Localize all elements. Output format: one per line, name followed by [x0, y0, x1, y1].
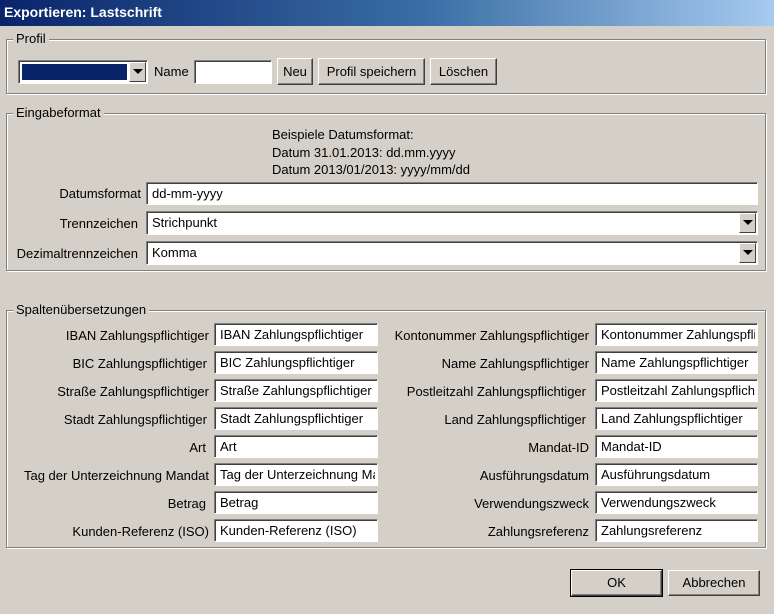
date-example-1: Datum 31.01.2013: dd.mm.yyyy	[272, 145, 456, 160]
window-title: Exportieren: Lastschrift	[4, 4, 162, 20]
mapping-input[interactable]: Verwendungszweck	[595, 491, 758, 514]
mapping-label: Stadt Zahlungspflichtiger	[63, 412, 207, 427]
chevron-down-icon[interactable]	[129, 62, 146, 82]
mapping-label: Straße Zahlungspflichtiger	[57, 384, 209, 399]
mapping-input[interactable]: Postleitzahl Zahlungspflichtiger	[595, 379, 758, 402]
date-example-2: Datum 2013/01/2013: yyyy/mm/dd	[272, 162, 470, 177]
mapping-input[interactable]: IBAN Zahlungspflichtiger	[214, 323, 378, 346]
mapping-input[interactable]: Stadt Zahlungspflichtiger	[214, 407, 378, 430]
chevron-down-icon[interactable]	[739, 213, 756, 233]
eingabeformat-legend: Eingabeformat	[13, 105, 104, 120]
mapping-input[interactable]: Tag der Unterzeichnung Mandat	[214, 463, 378, 486]
mapping-input[interactable]: Land Zahlungspflichtiger	[595, 407, 758, 430]
date-format-input[interactable]: dd-mm-yyyy	[146, 182, 758, 205]
mapping-label: Verwendungszweck	[474, 496, 589, 511]
mapping-label: Land Zahlungspflichtiger	[444, 412, 586, 427]
mapping-input[interactable]: Kontonummer Zahlungspflichtiger	[595, 323, 758, 346]
mapping-input[interactable]: Kunden-Referenz (ISO)	[214, 519, 378, 542]
spalten-legend: Spaltenübersetzungen	[13, 302, 150, 317]
mapping-input[interactable]: Straße Zahlungspflichtiger	[214, 379, 378, 402]
delete-profile-button[interactable]: Löschen	[430, 58, 497, 85]
mapping-label: Betrag	[167, 496, 206, 511]
separator-select[interactable]: Strichpunkt	[146, 211, 758, 235]
mapping-label: Ausführungsdatum	[479, 468, 589, 483]
decimal-separator-label: Dezimaltrennzeichen	[16, 246, 138, 261]
mapping-label: Kunden-Referenz (ISO)	[72, 524, 209, 539]
mapping-label: Tag der Unterzeichnung Mandat	[23, 468, 209, 483]
mapping-input[interactable]: Art	[214, 435, 378, 458]
mapping-label: IBAN Zahlungspflichtiger	[65, 328, 209, 343]
chevron-down-icon[interactable]	[739, 243, 756, 263]
date-format-label: Datumsformat	[59, 186, 141, 201]
mapping-label: BIC Zahlungspflichtiger	[72, 356, 207, 371]
name-label: Name	[154, 64, 189, 79]
mapping-label: Mandat-ID	[528, 440, 589, 455]
mapping-label: Postleitzahl Zahlungspflichtiger	[406, 384, 586, 399]
window-titlebar[interactable]: Exportieren: Lastschrift	[0, 0, 774, 26]
decimal-separator-select[interactable]: Komma	[146, 241, 758, 265]
profile-select[interactable]	[18, 60, 148, 84]
profile-select-selection	[22, 64, 127, 80]
mapping-label: Name Zahlungspflichtiger	[441, 356, 589, 371]
mapping-input[interactable]: BIC Zahlungspflichtiger	[214, 351, 378, 374]
mapping-input[interactable]: Name Zahlungspflichtiger	[595, 351, 758, 374]
mapping-label: Kontonummer Zahlungspflichtiger	[394, 328, 589, 343]
mapping-input[interactable]: Mandat-ID	[595, 435, 758, 458]
new-profile-button[interactable]: Neu	[277, 58, 313, 85]
mapping-input[interactable]: Ausführungsdatum	[595, 463, 758, 486]
date-examples-title: Beispiele Datumsformat:	[272, 127, 414, 142]
ok-button[interactable]: OK	[570, 569, 663, 597]
mapping-label: Art	[189, 440, 206, 455]
mapping-label: Zahlungsreferenz	[487, 524, 589, 539]
cancel-button[interactable]: Abbrechen	[668, 570, 760, 596]
save-profile-button[interactable]: Profil speichern	[318, 58, 425, 85]
name-input[interactable]	[194, 60, 272, 84]
separator-label: Trennzeichen	[59, 216, 138, 231]
profil-legend: Profil	[13, 31, 49, 46]
mapping-input[interactable]: Betrag	[214, 491, 378, 514]
mapping-input[interactable]: Zahlungsreferenz	[595, 519, 758, 542]
